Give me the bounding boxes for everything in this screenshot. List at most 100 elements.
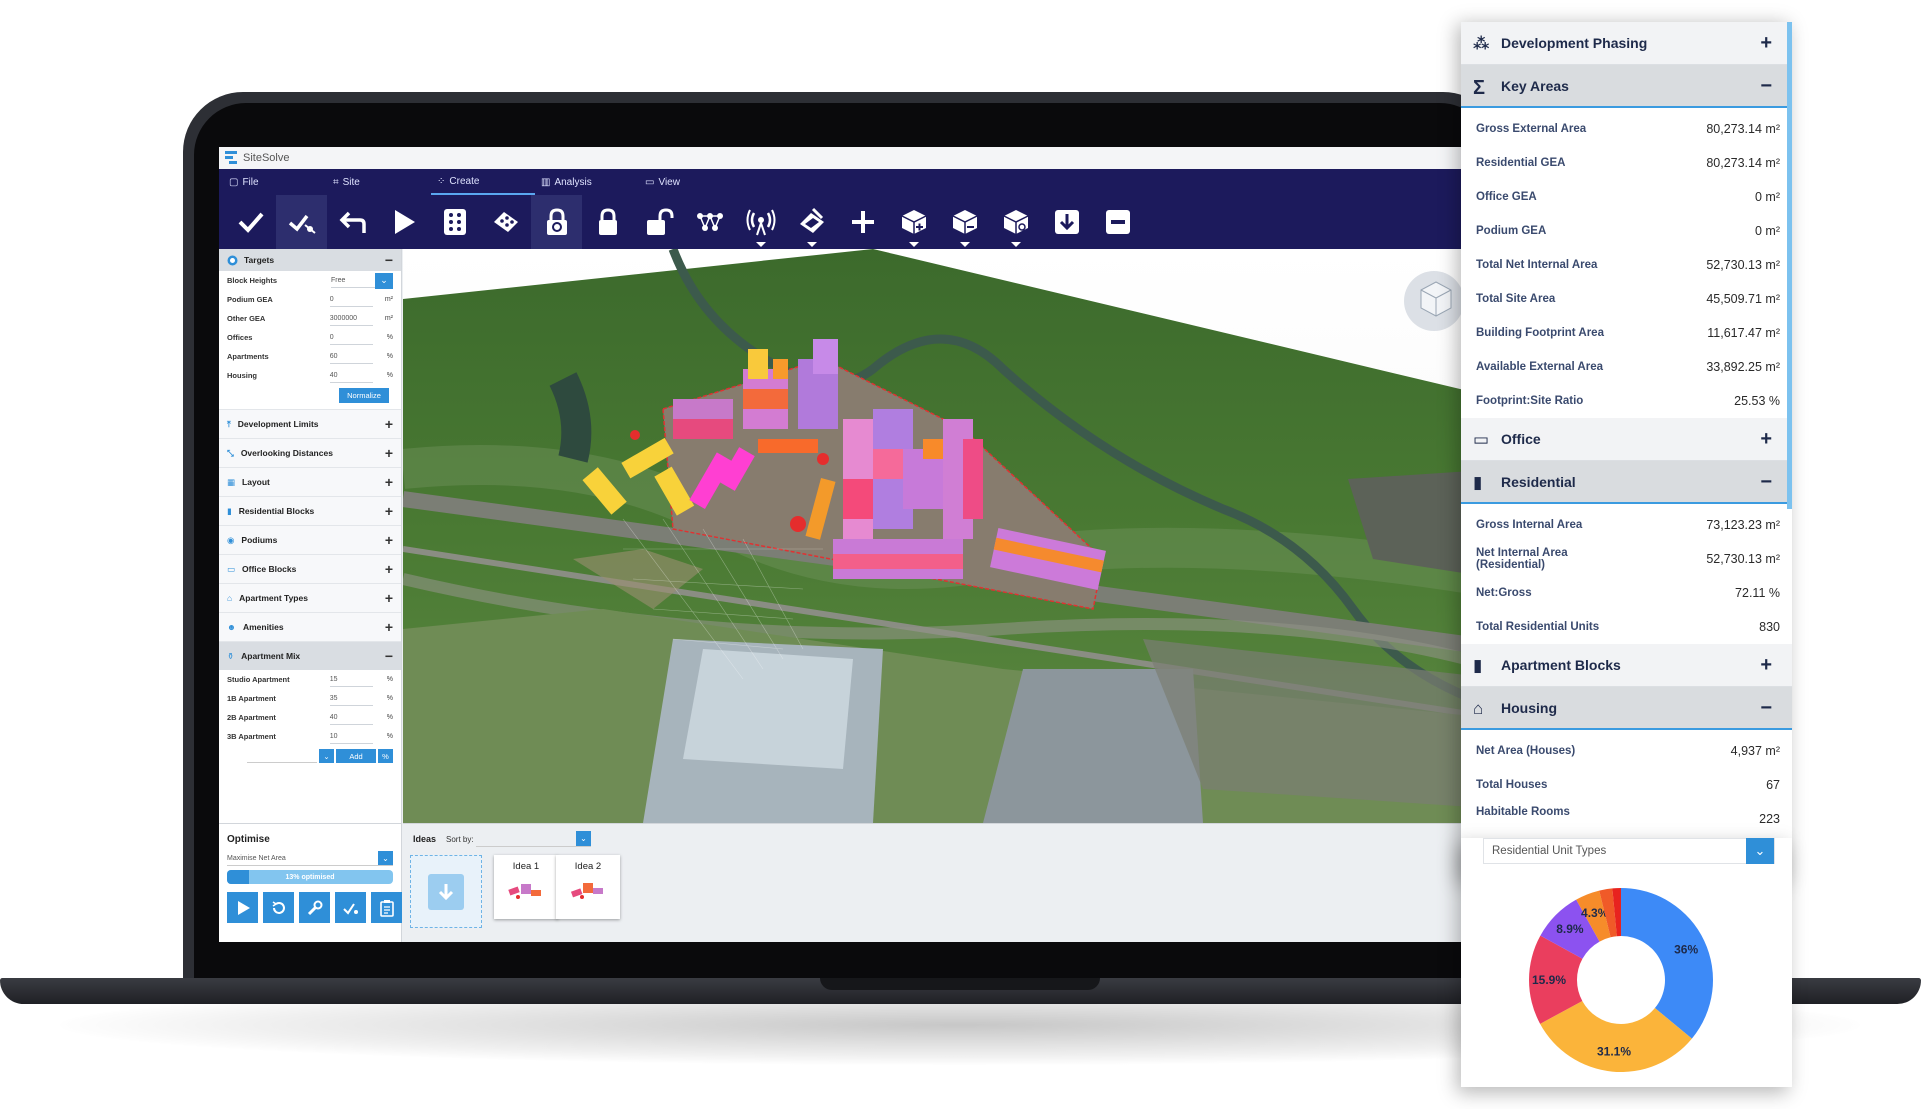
section-overlooking-distances[interactable]: ⤡ Overlooking Distances +	[219, 438, 401, 467]
section-office[interactable]: ▭ Office +	[1461, 418, 1792, 461]
section-residential-blocks[interactable]: ▮ Residential Blocks +	[219, 496, 401, 525]
unlock-button[interactable]	[633, 195, 684, 249]
section-office-blocks[interactable]: ▭ Office Blocks +	[219, 554, 401, 583]
remove-button[interactable]	[1092, 195, 1143, 249]
collapse-icon[interactable]: −	[385, 649, 393, 663]
download-button[interactable]	[1041, 195, 1092, 249]
draw-path-button[interactable]	[276, 195, 327, 249]
expand-icon[interactable]: +	[385, 620, 393, 634]
target-value[interactable]: Free	[331, 274, 375, 288]
section-development-phasing[interactable]: ⁂ Development Phasing +	[1461, 22, 1792, 65]
target-label: Podium GEA	[227, 295, 273, 304]
target-row: Block Heights Free ⌄	[219, 271, 401, 290]
box-add-button[interactable]	[888, 195, 939, 249]
expand-icon[interactable]: +	[385, 446, 393, 460]
target-value[interactable]: 60	[329, 350, 374, 364]
box-remove-button[interactable]	[939, 195, 990, 249]
check-button[interactable]	[225, 195, 276, 249]
edit-blocks-button[interactable]	[786, 195, 837, 249]
row-value: 67	[1766, 778, 1780, 792]
chevron-down-icon[interactable]: ⌄	[1746, 838, 1774, 864]
mix-value[interactable]: 10	[329, 730, 374, 744]
mix-value[interactable]: 40	[329, 711, 374, 725]
donut-slice[interactable]	[1621, 888, 1713, 1039]
scrollbar[interactable]	[1787, 22, 1792, 509]
mix-value[interactable]: 35	[329, 692, 374, 706]
collapse-icon[interactable]: −	[1760, 698, 1772, 718]
grid-button[interactable]	[429, 195, 480, 249]
target-value[interactable]: 40	[329, 369, 374, 383]
menu-site[interactable]: ⌗ Site	[327, 169, 431, 195]
expand-icon[interactable]: +	[385, 475, 393, 489]
section-key-areas[interactable]: Σ Key Areas −	[1461, 65, 1792, 108]
create-icon: ⁘	[437, 175, 446, 187]
reset-button[interactable]	[263, 892, 294, 923]
save-idea-button[interactable]	[410, 855, 482, 928]
mix-row: 2B Apartment 40%	[219, 708, 401, 727]
idea-card[interactable]: Idea 2	[556, 855, 620, 919]
expand-icon[interactable]: +	[385, 504, 393, 518]
expand-icon[interactable]: +	[1760, 429, 1772, 449]
expand-icon[interactable]: +	[385, 417, 393, 431]
expand-icon[interactable]: +	[385, 591, 393, 605]
optimise-select[interactable]: Maximise Net Area ⌄	[227, 851, 393, 866]
signal-button[interactable]	[735, 195, 786, 249]
unit-toggle-button[interactable]: %	[378, 749, 393, 763]
lock-rotate-button[interactable]	[531, 195, 582, 249]
chevron-down-icon[interactable]: ⌄	[375, 272, 393, 289]
section-label: Development Limits	[237, 419, 319, 429]
menu-view[interactable]: ▭ View	[639, 169, 743, 195]
unit-types-select[interactable]: Residential Unit Types ⌄	[1483, 838, 1775, 864]
target-unit: %	[386, 372, 393, 379]
expand-icon[interactable]: +	[385, 562, 393, 576]
target-value[interactable]: 0	[329, 331, 374, 345]
nav-cube-icon[interactable]	[1401, 268, 1467, 334]
lock-button[interactable]	[582, 195, 633, 249]
section-podiums[interactable]: ◉ Podiums +	[219, 525, 401, 554]
tiles-button[interactable]	[480, 195, 531, 249]
sort-select[interactable]: ⌄	[476, 831, 591, 847]
chevron-down-icon[interactable]: ⌄	[319, 749, 334, 763]
report-button[interactable]	[371, 892, 402, 923]
section-residential[interactable]: ▮ Residential −	[1461, 461, 1792, 504]
expand-icon[interactable]: +	[385, 533, 393, 547]
add-mix-button[interactable]: Add	[336, 749, 376, 763]
add-button[interactable]	[837, 195, 888, 249]
collapse-icon[interactable]: −	[385, 253, 393, 267]
undo-button[interactable]	[327, 195, 378, 249]
collapse-icon[interactable]: −	[1760, 76, 1772, 96]
target-value[interactable]: 3000000	[329, 312, 374, 326]
network-button[interactable]	[684, 195, 735, 249]
section-layout[interactable]: ▦ Layout +	[219, 467, 401, 496]
play-button[interactable]	[378, 195, 429, 249]
menu-analysis[interactable]: ▥ Analysis	[535, 169, 639, 195]
collapse-icon[interactable]: −	[1760, 472, 1772, 492]
expand-icon[interactable]: +	[1760, 33, 1772, 53]
run-button[interactable]	[227, 892, 258, 923]
draw-button[interactable]	[335, 892, 366, 923]
key-area-row: Gross External Area 80,273.14 m²	[1461, 112, 1792, 146]
targets-header[interactable]: Targets −	[219, 249, 401, 271]
idea-card[interactable]: Idea 1	[494, 855, 558, 919]
3d-viewport[interactable]	[403, 249, 1502, 823]
settings-button[interactable]	[299, 892, 330, 923]
section-apartment-blocks[interactable]: ▮ Apartment Blocks +	[1461, 644, 1792, 687]
chevron-down-icon[interactable]: ⌄	[378, 851, 393, 865]
box-edit-caret-icon	[1010, 242, 1021, 247]
menu-create[interactable]: ⁘ Create	[431, 169, 535, 195]
section-amenities[interactable]: ☻ Amenities +	[219, 612, 401, 641]
chevron-down-icon[interactable]: ⌄	[576, 831, 591, 846]
mix-value[interactable]: 15	[329, 673, 374, 687]
box-edit-button[interactable]	[990, 195, 1041, 249]
section-development-limits[interactable]: ⤒ Development Limits +	[219, 409, 401, 438]
target-value[interactable]: 0	[329, 293, 374, 307]
menu-file[interactable]: ▢ File	[223, 169, 327, 195]
section-apartment-types[interactable]: ⌂ Apartment Types +	[219, 583, 401, 612]
section-apartment-mix[interactable]: ⚱ Apartment Mix −	[219, 641, 401, 670]
mix-type-select[interactable]	[247, 749, 317, 763]
aerial-scene	[403, 249, 1502, 823]
housing-list: Net Area (Houses) 4,937 m² Total Houses 67…	[1461, 730, 1792, 826]
expand-icon[interactable]: +	[1760, 655, 1772, 675]
section-housing[interactable]: ⌂ Housing −	[1461, 687, 1792, 730]
normalize-button[interactable]: Normalize	[339, 388, 389, 403]
